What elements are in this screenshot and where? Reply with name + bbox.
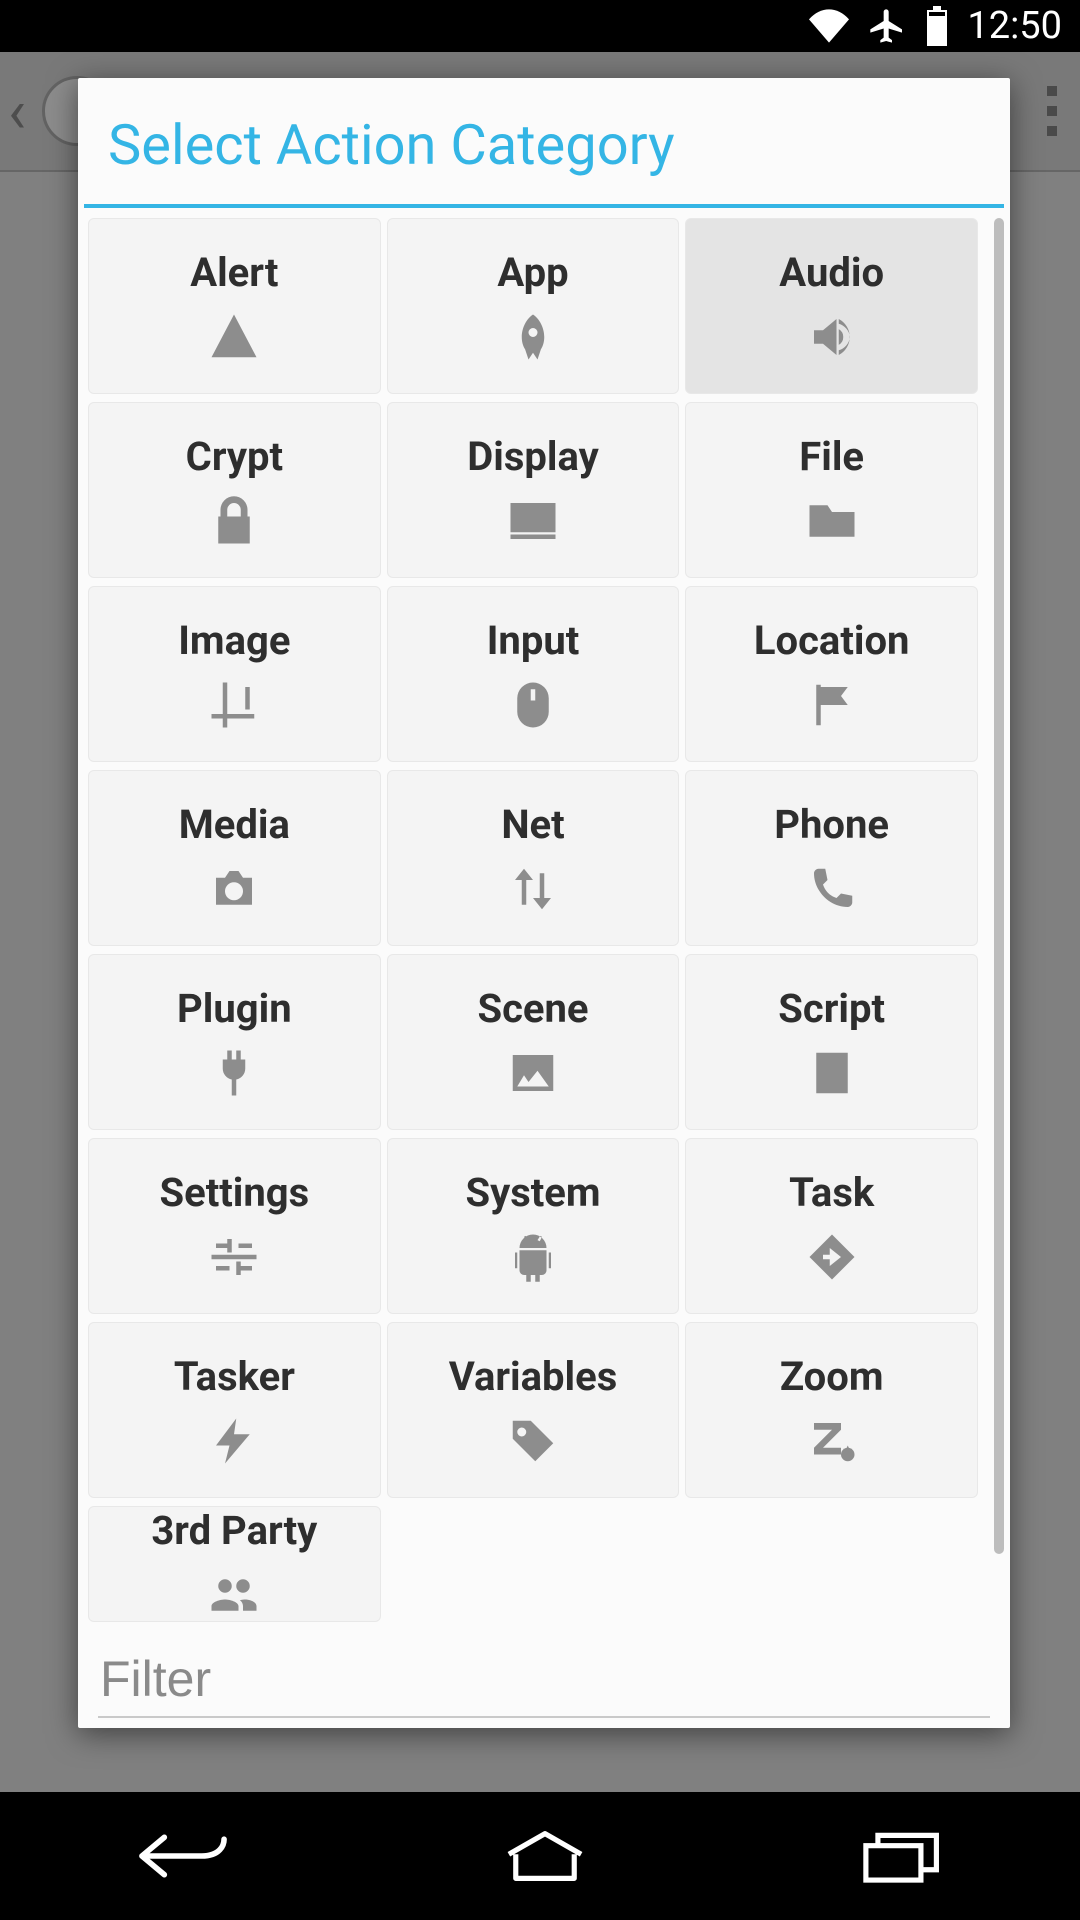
warning-icon bbox=[207, 310, 261, 364]
picture-icon bbox=[506, 1046, 560, 1100]
category-tile-settings[interactable]: Settings bbox=[88, 1138, 381, 1314]
category-tile-audio[interactable]: Audio bbox=[685, 218, 978, 394]
mouse-icon bbox=[506, 678, 560, 732]
status-clock: 12:50 bbox=[967, 4, 1062, 48]
diamond-turn-icon bbox=[805, 1230, 859, 1284]
tags-icon bbox=[506, 1414, 560, 1468]
category-tile-file[interactable]: File bbox=[685, 402, 978, 578]
phone-icon bbox=[805, 862, 859, 916]
category-label: Plugin bbox=[177, 985, 292, 1032]
z-gear-icon bbox=[805, 1414, 859, 1468]
status-bar: 12:50 bbox=[0, 0, 1080, 52]
category-label: Settings bbox=[159, 1169, 309, 1216]
filter-row bbox=[78, 1624, 1010, 1728]
category-tile-tasker[interactable]: Tasker bbox=[88, 1322, 381, 1498]
category-label: Script bbox=[778, 985, 885, 1032]
flag-icon bbox=[805, 678, 859, 732]
category-label: Scene bbox=[477, 985, 588, 1032]
plug-icon bbox=[207, 1046, 261, 1100]
bolt-icon bbox=[207, 1414, 261, 1468]
category-label: File bbox=[799, 433, 864, 480]
category-label: Location bbox=[754, 617, 910, 664]
airplane-icon bbox=[867, 6, 907, 46]
category-label: Media bbox=[179, 801, 290, 848]
category-tile-net[interactable]: Net bbox=[387, 770, 680, 946]
category-tile-scene[interactable]: Scene bbox=[387, 954, 680, 1130]
category-tile-image[interactable]: Image bbox=[88, 586, 381, 762]
category-tile-media[interactable]: Media bbox=[88, 770, 381, 946]
category-grid-wrap: Alert App Audio Crypt Display File Image Input L… bbox=[78, 218, 1010, 1624]
category-label: Display bbox=[467, 433, 598, 480]
speaker-icon bbox=[805, 310, 859, 364]
category-label: Audio bbox=[779, 249, 884, 296]
wifi-icon bbox=[809, 9, 849, 43]
updown-icon bbox=[506, 862, 560, 916]
category-tile-plugin[interactable]: Plugin bbox=[88, 954, 381, 1130]
category-tile-phone[interactable]: Phone bbox=[685, 770, 978, 946]
nav-home-icon[interactable] bbox=[502, 1828, 588, 1884]
category-tile-system[interactable]: System bbox=[387, 1138, 680, 1314]
group-icon bbox=[207, 1568, 261, 1622]
camera-icon bbox=[207, 862, 261, 916]
category-label: Task bbox=[789, 1169, 874, 1216]
category-label: Alert bbox=[190, 249, 278, 296]
android-navbar bbox=[0, 1792, 1080, 1920]
category-label: Crypt bbox=[186, 433, 283, 480]
scrollbar-thumb[interactable] bbox=[994, 218, 1004, 1554]
category-label: Net bbox=[501, 801, 564, 848]
folder-icon bbox=[805, 494, 859, 548]
action-category-dialog: Select Action Category Alert App Audio Cryp… bbox=[78, 78, 1010, 1728]
category-label: Zoom bbox=[780, 1353, 884, 1400]
category-tile-3rd-party[interactable]: 3rd Party bbox=[88, 1506, 381, 1622]
category-tile-crypt[interactable]: Crypt bbox=[88, 402, 381, 578]
crop-icon bbox=[207, 678, 261, 732]
doc-lines-icon bbox=[805, 1046, 859, 1100]
lock-icon bbox=[207, 494, 261, 548]
category-tile-variables[interactable]: Variables bbox=[387, 1322, 680, 1498]
filter-input[interactable] bbox=[98, 1646, 990, 1718]
category-label: 3rd Party bbox=[151, 1507, 317, 1554]
title-divider bbox=[84, 204, 1004, 208]
android-icon bbox=[506, 1230, 560, 1284]
category-tile-app[interactable]: App bbox=[387, 218, 680, 394]
monitor-icon bbox=[506, 494, 560, 548]
category-label: Variables bbox=[449, 1353, 618, 1400]
category-label: Phone bbox=[774, 801, 889, 848]
battery-icon bbox=[925, 6, 949, 46]
category-tile-location[interactable]: Location bbox=[685, 586, 978, 762]
category-label: System bbox=[465, 1169, 600, 1216]
category-label: Input bbox=[487, 617, 580, 664]
category-tile-script[interactable]: Script bbox=[685, 954, 978, 1130]
category-tile-display[interactable]: Display bbox=[387, 402, 680, 578]
category-tile-zoom[interactable]: Zoom bbox=[685, 1322, 978, 1498]
sliders-icon bbox=[207, 1230, 261, 1284]
nav-recent-icon[interactable] bbox=[859, 1828, 945, 1884]
category-label: Image bbox=[178, 617, 290, 664]
category-label: App bbox=[497, 249, 568, 296]
dialog-title: Select Action Category bbox=[78, 78, 1010, 204]
category-grid[interactable]: Alert App Audio Crypt Display File Image Input L… bbox=[88, 218, 1004, 1624]
rocket-icon bbox=[506, 310, 560, 364]
category-label: Tasker bbox=[174, 1353, 295, 1400]
category-tile-task[interactable]: Task bbox=[685, 1138, 978, 1314]
category-tile-alert[interactable]: Alert bbox=[88, 218, 381, 394]
nav-back-icon[interactable] bbox=[135, 1828, 231, 1884]
category-tile-input[interactable]: Input bbox=[387, 586, 680, 762]
